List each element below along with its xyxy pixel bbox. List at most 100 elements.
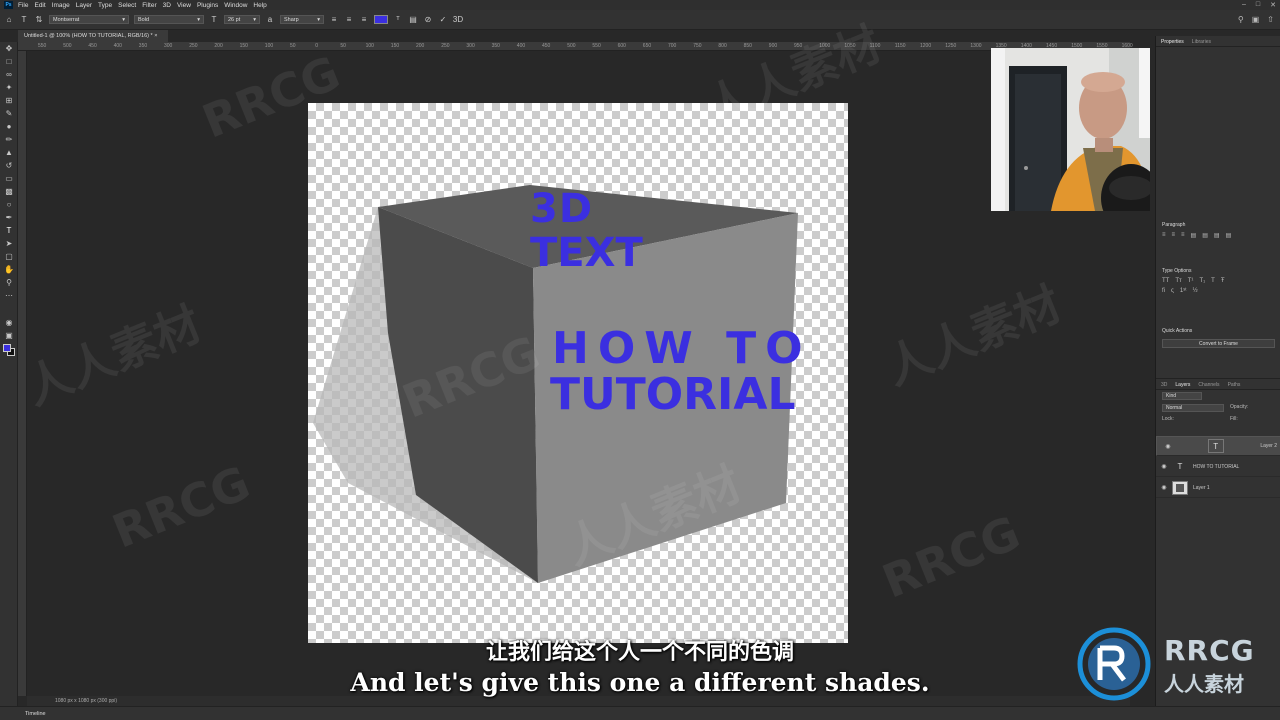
marquee-tool-icon[interactable]: □ <box>4 57 14 67</box>
menu-view[interactable]: View <box>177 2 191 9</box>
magic-wand-tool-icon[interactable]: ✦ <box>4 83 14 93</box>
screen-mode-icon[interactable]: ▣ <box>4 331 14 341</box>
menu-plugins[interactable]: Plugins <box>197 2 218 9</box>
foreground-color-swatch[interactable] <box>3 344 11 352</box>
canvas-text-3d[interactable]: 3D <box>530 189 593 229</box>
workspace-icon[interactable]: ▣ <box>1252 15 1260 24</box>
hand-tool-icon[interactable]: ✋ <box>4 265 14 275</box>
minimize-icon[interactable]: – <box>1242 1 1246 9</box>
visibility-eye-icon[interactable]: ◉ <box>1159 484 1169 491</box>
healing-brush-icon[interactable]: ● <box>4 122 14 132</box>
close-icon[interactable]: ✕ <box>1270 1 1276 9</box>
dodge-tool-icon[interactable]: ○ <box>4 200 14 210</box>
small-caps-icon[interactable]: Tт <box>1175 278 1181 284</box>
menu-file[interactable]: File <box>18 2 28 9</box>
discretionary-ligatures-icon[interactable]: ς <box>1171 288 1174 294</box>
canvas-text-how-to[interactable]: HOW TO <box>552 327 812 371</box>
tab-layers[interactable]: Layers <box>1175 382 1190 388</box>
maximize-icon[interactable]: □ <box>1256 1 1260 9</box>
type-tool-icon[interactable]: T <box>19 15 29 25</box>
stamp-tool-icon[interactable]: ▲ <box>4 148 14 158</box>
orientation-toggle-icon[interactable]: ⇅ <box>34 15 44 25</box>
character-panel-icon[interactable]: ▤ <box>408 15 418 25</box>
close-tab-icon[interactable]: × <box>154 33 157 39</box>
tab-3d[interactable]: 3D <box>1161 382 1167 388</box>
timeline-label[interactable]: Timeline <box>25 711 46 717</box>
menu-edit[interactable]: Edit <box>34 2 45 9</box>
quick-mask-icon[interactable]: ◉ <box>4 318 14 328</box>
menu-select[interactable]: Select <box>118 2 136 9</box>
all-caps-icon[interactable]: TT <box>1162 278 1169 284</box>
workspace[interactable]: 3D TEXT HOW TO TUTORIAL <box>27 51 1130 696</box>
rectangle-tool-icon[interactable]: ▢ <box>4 252 14 262</box>
font-size-icon: T <box>211 15 217 24</box>
cancel-icon[interactable]: ⊘ <box>423 15 433 25</box>
zoom-tool-icon[interactable]: ⚲ <box>4 278 14 288</box>
layer-row[interactable]: ◉ T Layer 2 <box>1156 436 1280 456</box>
justify-all-icon[interactable]: ▤ <box>1226 232 1232 239</box>
align-right-icon[interactable]: ≡ <box>359 15 369 25</box>
subscript-icon[interactable]: T₁ <box>1199 278 1205 284</box>
home-icon[interactable]: ⌂ <box>4 15 14 25</box>
canvas-text-tutorial[interactable]: TUTORIAL <box>550 373 796 417</box>
move-tool-icon[interactable]: ✥ <box>4 44 14 54</box>
share-icon[interactable]: ⇧ <box>1267 15 1274 24</box>
align-center-icon[interactable]: ≡ <box>344 15 354 25</box>
path-selection-icon[interactable]: ➤ <box>4 239 14 249</box>
antialias-select[interactable]: Sharp ▾ <box>280 15 324 24</box>
3d-icon[interactable]: 3D <box>453 15 463 25</box>
more-tools-icon[interactable]: ⋯ <box>4 291 14 301</box>
tab-channels[interactable]: Channels <box>1198 382 1219 388</box>
align-left-icon[interactable]: ≡ <box>329 15 339 25</box>
text-color-swatch[interactable] <box>374 15 388 24</box>
underline-icon[interactable]: T <box>1211 278 1215 284</box>
menu-layer[interactable]: Layer <box>76 2 92 9</box>
search-icon[interactable]: ⚲ <box>1238 15 1244 24</box>
ruler-tick-label: 50 <box>290 43 296 49</box>
document-tab[interactable]: Untitled-1 @ 100% (HOW TO TUTORIAL, RGB/… <box>18 30 168 42</box>
brush-tool-icon[interactable]: ✏ <box>4 135 14 145</box>
visibility-eye-icon[interactable]: ◉ <box>1163 443 1173 450</box>
pen-tool-icon[interactable]: ✒ <box>4 213 14 223</box>
warp-text-icon[interactable]: ᵀ <box>393 15 403 25</box>
align-center-icon[interactable]: ≡ <box>1172 232 1176 239</box>
align-left-icon[interactable]: ≡ <box>1162 232 1166 239</box>
commit-check-icon[interactable]: ✓ <box>438 15 448 25</box>
lasso-tool-icon[interactable]: ∞ <box>4 70 14 80</box>
convert-to-frame-button[interactable]: Convert to Frame <box>1162 339 1275 348</box>
align-right-icon[interactable]: ≡ <box>1181 232 1185 239</box>
font-family-select[interactable]: Montserrat ▾ <box>49 15 129 24</box>
justify-last-center-icon[interactable]: ▤ <box>1202 232 1208 239</box>
fractions-icon[interactable]: ½ <box>1193 288 1198 294</box>
menu-3d[interactable]: 3D <box>163 2 171 9</box>
menu-type[interactable]: Type <box>98 2 112 9</box>
visibility-eye-icon[interactable]: ◉ <box>1159 463 1169 470</box>
tab-libraries[interactable]: Libraries <box>1192 39 1211 45</box>
crop-tool-icon[interactable]: ⊞ <box>4 96 14 106</box>
strikethrough-icon[interactable]: Ŧ <box>1221 278 1225 284</box>
layer-filter-select[interactable]: Kind <box>1162 392 1202 400</box>
tab-paths[interactable]: Paths <box>1228 382 1241 388</box>
canvas-text-text[interactable]: TEXT <box>530 233 643 273</box>
blend-mode-select[interactable]: Normal <box>1162 404 1224 412</box>
layer-row[interactable]: ◉ T HOW TO TUTORIAL <box>1156 457 1280 477</box>
ordinals-icon[interactable]: 1ˢᵗ <box>1180 288 1187 294</box>
justify-last-left-icon[interactable]: ▤ <box>1191 232 1197 239</box>
superscript-icon[interactable]: T¹ <box>1188 278 1194 284</box>
menu-image[interactable]: Image <box>52 2 70 9</box>
ligatures-icon[interactable]: fi <box>1162 288 1165 294</box>
layer-row[interactable]: ◉ Layer 1 <box>1156 478 1280 498</box>
justify-last-right-icon[interactable]: ▤ <box>1214 232 1220 239</box>
menu-help[interactable]: Help <box>253 2 266 9</box>
font-style-select[interactable]: Bold ▾ <box>134 15 204 24</box>
tab-properties[interactable]: Properties <box>1161 39 1184 45</box>
type-tool-icon[interactable]: T <box>4 226 14 236</box>
font-size-select[interactable]: 26 pt ▾ <box>224 15 260 24</box>
eyedropper-tool-icon[interactable]: ✎ <box>4 109 14 119</box>
type-options-row-2: fi ς 1ˢᵗ ½ <box>1156 286 1280 296</box>
menu-filter[interactable]: Filter <box>142 2 156 9</box>
history-brush-icon[interactable]: ↺ <box>4 161 14 171</box>
document-canvas[interactable]: 3D TEXT HOW TO TUTORIAL <box>308 103 848 643</box>
menu-window[interactable]: Window <box>224 2 247 9</box>
eraser-tool-icon[interactable]: ▭ <box>4 174 14 184</box>
